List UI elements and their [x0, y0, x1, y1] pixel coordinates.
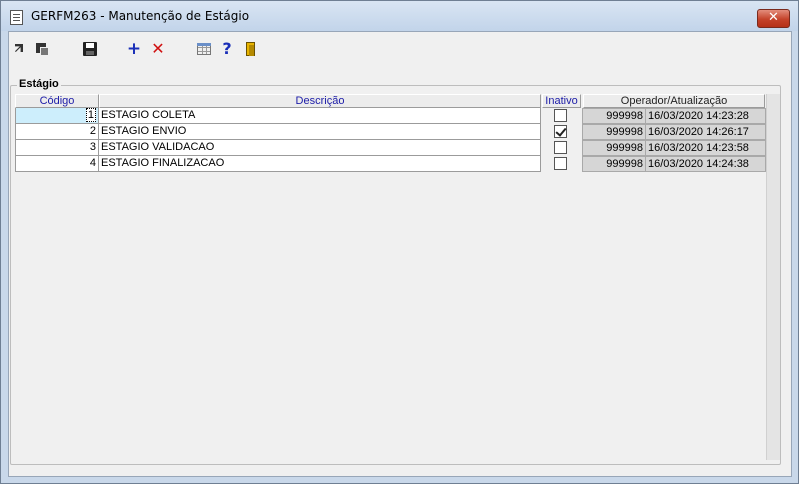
operador-cell: 999998 [582, 140, 646, 156]
atualizacao-cell: 16/03/2020 14:24:38 [646, 156, 766, 172]
operador-cell: 999998 [582, 124, 646, 140]
exit-icon[interactable] [243, 41, 259, 57]
inativo-checkbox[interactable] [554, 125, 567, 138]
header-inativo[interactable]: Inativo [542, 94, 581, 108]
table-row[interactable]: 3 ESTAGIO VALIDACAO 999998 16/03/2020 14… [15, 140, 766, 156]
document-icon [10, 10, 23, 25]
move-next-icon[interactable] [13, 41, 29, 57]
inativo-checkbox[interactable] [554, 141, 567, 154]
atualizacao-cell: 16/03/2020 14:26:17 [646, 124, 766, 140]
window-title: GERFM263 - Manutenção de Estágio [31, 9, 250, 23]
operador-cell: 999998 [582, 156, 646, 172]
descricao-cell[interactable]: ESTAGIO ENVIO [99, 124, 541, 140]
inativo-checkbox[interactable] [554, 109, 567, 122]
estagio-grid: Código Descrição Inativo Operador/Atuali… [15, 94, 766, 460]
header-operador[interactable]: Operador/Atualização [583, 94, 765, 108]
codigo-cell[interactable]: 3 [15, 140, 99, 156]
atualizacao-cell: 16/03/2020 14:23:58 [646, 140, 766, 156]
codigo-cell[interactable]: 1 [15, 108, 99, 124]
header-descricao[interactable]: Descrição [99, 94, 541, 108]
grid-vertical-scroll-area[interactable] [766, 94, 780, 460]
application-window: GERFM263 - Manutenção de Estágio ✕ + ✕ ?… [0, 0, 799, 484]
add-icon[interactable]: + [126, 41, 142, 58]
group-label: Estágio [17, 78, 61, 90]
operador-cell: 999998 [582, 108, 646, 124]
close-button[interactable]: ✕ [757, 9, 790, 28]
descricao-cell[interactable]: ESTAGIO FINALIZACAO [99, 156, 541, 172]
table-row[interactable]: 2 ESTAGIO ENVIO 999998 16/03/2020 14:26:… [15, 124, 766, 140]
inativo-checkbox[interactable] [554, 157, 567, 170]
table-row[interactable]: 1 ESTAGIO COLETA 999998 16/03/2020 14:23… [15, 108, 766, 124]
descricao-cell[interactable]: ESTAGIO COLETA [99, 108, 541, 124]
table-row[interactable]: 4 ESTAGIO FINALIZACAO 999998 16/03/2020 … [15, 156, 766, 172]
descricao-cell[interactable]: ESTAGIO VALIDACAO [99, 140, 541, 156]
toolbar: + ✕ ? [9, 32, 791, 66]
grid-icon[interactable] [196, 41, 212, 57]
codigo-cell[interactable]: 2 [15, 124, 99, 140]
copy-icon[interactable] [35, 41, 51, 57]
help-icon[interactable]: ? [219, 41, 235, 57]
header-codigo[interactable]: Código [15, 94, 99, 108]
title-bar[interactable]: GERFM263 - Manutenção de Estágio ✕ [1, 1, 798, 31]
atualizacao-cell: 16/03/2020 14:23:28 [646, 108, 766, 124]
save-icon[interactable] [82, 41, 98, 57]
client-area: + ✕ ? Estágio Código Descrição Inativo O… [8, 31, 792, 477]
delete-icon[interactable]: ✕ [150, 41, 166, 57]
codigo-cell[interactable]: 4 [15, 156, 99, 172]
